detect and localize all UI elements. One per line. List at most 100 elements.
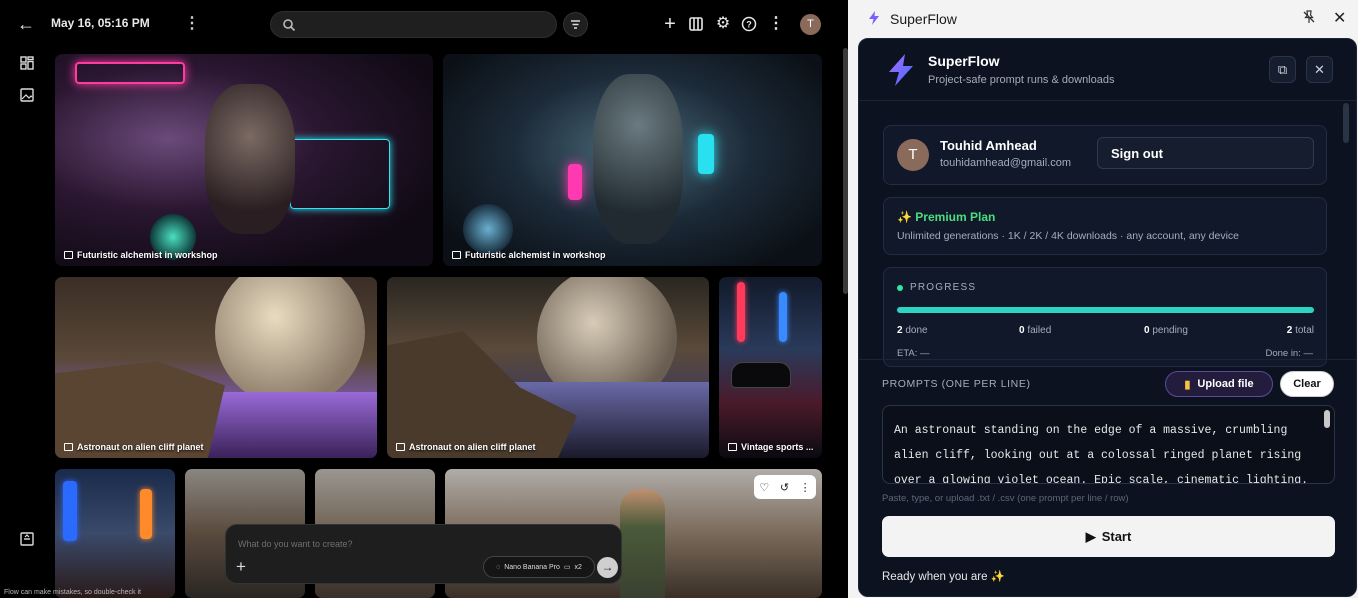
flow-app: ← May 16, 05:16 PM ⋮ + ⚙ ? ⋮ T Futuristi… (0, 0, 848, 598)
svg-text:?: ? (746, 20, 752, 30)
superflow-brand-icon (889, 54, 913, 86)
model-selector[interactable]: ◌ Nano Banana Pro ▭ x2 (483, 556, 595, 578)
output-count-icon: ▭ (563, 564, 571, 571)
grid-view-icon[interactable] (19, 55, 35, 71)
disclaimer: Flow can make mistakes, so double-check … (4, 589, 141, 596)
card-scrollbar[interactable] (1343, 103, 1349, 143)
card-header: SuperFlow Project-safe prompt runs & dow… (859, 39, 1356, 101)
more-icon[interactable]: ⋮ (766, 14, 786, 34)
project-menu-icon[interactable]: ⋮ (184, 14, 200, 34)
help-icon[interactable]: ? (739, 14, 759, 34)
upload-file-button[interactable]: ▮ Upload file (1165, 371, 1273, 397)
total-label: total (1295, 325, 1314, 336)
sign-out-button[interactable]: Sign out (1097, 137, 1314, 169)
progress-box: PROGRESS 2 done 0 failed 0 pending 2 tot… (883, 267, 1327, 367)
image-icon (64, 443, 73, 451)
archive-icon[interactable] (19, 531, 35, 547)
prompts-textarea[interactable]: An astronaut standing on the edge of a m… (882, 405, 1335, 484)
status-dot-icon (897, 284, 903, 291)
prompts-section: PROMPTS (ONE PER LINE) ▮ Upload file Clea… (859, 359, 1356, 596)
favorite-heart-icon[interactable]: ♡ (759, 481, 769, 494)
account-box: T Touhid Amhead touhidamhead@gmail.com S… (883, 125, 1327, 185)
image-icon (396, 443, 405, 451)
add-icon[interactable]: + (660, 14, 680, 34)
close-icon[interactable]: ✕ (1306, 56, 1333, 83)
image-view-icon[interactable] (19, 87, 35, 103)
account-name: Touhid Amhead (940, 138, 1037, 153)
prompt-placeholder: What do you want to create? (238, 539, 353, 549)
image-tile[interactable]: Futuristic alchemist in workshop (55, 54, 433, 266)
tile-actions: ♡ ↺ ⋮ (754, 475, 816, 499)
reuse-prompt-icon[interactable]: ↺ (780, 481, 789, 494)
done-in: Done in: — (1265, 348, 1313, 359)
model-name: Nano Banana Pro (504, 563, 560, 571)
unpin-icon[interactable] (1302, 10, 1318, 26)
filter-button[interactable] (563, 12, 588, 37)
account-email: touhidamhead@gmail.com (940, 157, 1072, 169)
plan-name: ✨ Premium Plan (897, 210, 996, 224)
image-icon (64, 251, 73, 259)
create-prompt-box[interactable]: What do you want to create? + ◌ Nano Ban… (225, 524, 622, 584)
superflow-card: SuperFlow Project-safe prompt runs & dow… (858, 38, 1357, 597)
prompts-label: PROMPTS (ONE PER LINE) (882, 378, 1031, 390)
eta: ETA: — (897, 348, 930, 359)
search-bar[interactable] (270, 11, 557, 38)
tile-more-icon[interactable]: ⋮ (800, 481, 811, 494)
status-text: Ready when you are ✨ (882, 571, 1005, 583)
image-icon (452, 251, 461, 259)
progress-stats: 2 done 0 failed 0 pending 2 total (897, 325, 1314, 339)
tile-caption: Vintage sports ... (728, 442, 813, 452)
card-subtitle: Project-safe prompt runs & downloads (928, 74, 1115, 86)
done-label: done (905, 325, 928, 336)
tile-caption: Futuristic alchemist in workshop (64, 250, 218, 260)
failed-count: 0 (1019, 325, 1025, 336)
avatar[interactable]: T (800, 14, 821, 35)
image-tile[interactable]: Vintage sports ... (719, 277, 822, 458)
image-tile[interactable]: Astronaut on alien cliff planet (55, 277, 377, 458)
plan-box: ✨ Premium Plan Unlimited generations · 1… (883, 197, 1327, 255)
tile-caption: Futuristic alchemist in workshop (452, 250, 606, 260)
clear-button[interactable]: Clear (1280, 371, 1334, 397)
pending-count: 0 (1144, 325, 1150, 336)
settings-gear-icon[interactable]: ⚙ (713, 14, 733, 34)
top-bar: ← May 16, 05:16 PM ⋮ + ⚙ ? ⋮ T (0, 0, 848, 48)
banana-icon: ◌ (496, 563, 501, 571)
start-button[interactable]: ▶ Start (882, 516, 1335, 557)
close-panel-icon[interactable]: ✕ (1333, 8, 1346, 28)
window-title: SuperFlow (890, 11, 957, 27)
image-icon (728, 443, 737, 451)
image-tile[interactable] (55, 469, 175, 598)
search-icon (283, 19, 296, 32)
popout-icon[interactable]: ⧉ (1269, 56, 1296, 83)
tile-caption: Astronaut on alien cliff planet (64, 442, 204, 452)
progress-bar-fill (897, 307, 1314, 313)
superflow-sidepanel: SuperFlow ✕ SuperFlow Project-safe promp… (848, 0, 1358, 598)
textarea-scrollbar[interactable] (1324, 410, 1330, 428)
pending-label: pending (1152, 325, 1188, 336)
play-icon: ▶ (1085, 528, 1096, 544)
scenebuilder-icon[interactable] (686, 14, 706, 34)
folder-icon: ▮ (1184, 378, 1191, 391)
prompts-text[interactable]: An astronaut standing on the edge of a m… (894, 418, 1314, 483)
image-tile[interactable]: Astronaut on alien cliff planet (387, 277, 709, 458)
progress-label: PROGRESS (897, 282, 976, 293)
project-date: May 16, 05:16 PM (51, 16, 150, 30)
sparkles-icon: ✨ (897, 210, 912, 224)
superflow-logo-icon (869, 11, 879, 25)
prompts-hint: Paste, type, or upload .txt / .csv (one … (882, 493, 1129, 504)
search-input[interactable] (303, 16, 548, 34)
plan-description: Unlimited generations · 1K / 2K / 4K dow… (897, 230, 1240, 242)
back-arrow-icon[interactable]: ← (17, 14, 37, 34)
failed-label: failed (1027, 325, 1052, 336)
image-tile[interactable]: Futuristic alchemist in workshop (443, 54, 822, 266)
output-count: x2 (574, 563, 582, 571)
tile-caption: Astronaut on alien cliff planet (396, 442, 536, 452)
card-title: SuperFlow (928, 53, 1000, 69)
done-count: 2 (897, 325, 903, 336)
avatar: T (897, 139, 929, 171)
send-arrow-icon[interactable]: → (597, 557, 618, 578)
total-count: 2 (1286, 325, 1293, 336)
progress-bar (897, 307, 1314, 313)
filter-icon (571, 20, 580, 29)
add-media-icon[interactable]: + (236, 558, 246, 575)
